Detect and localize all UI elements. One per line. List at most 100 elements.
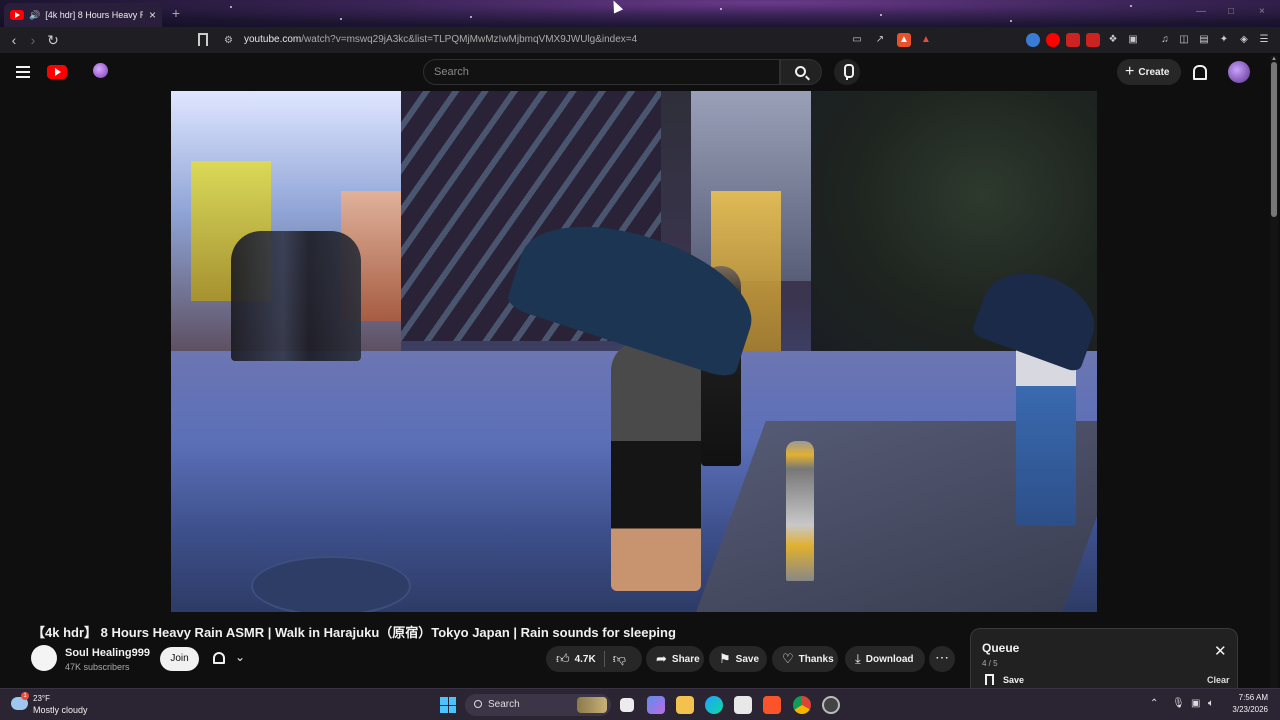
microphone-icon[interactable]: 🎙︎ bbox=[1172, 698, 1185, 709]
video-scene-manhole bbox=[251, 556, 411, 612]
plus-icon: + bbox=[1125, 63, 1135, 80]
reload-button[interactable]: ↻ bbox=[44, 31, 62, 49]
thumbs-down-icon[interactable]: 👎︎ bbox=[613, 651, 626, 667]
edge-browser-icon[interactable] bbox=[705, 696, 723, 714]
weather-alert-badge: 1 bbox=[21, 692, 29, 700]
close-window-icon[interactable]: × bbox=[1259, 6, 1265, 17]
video-title: 【4k hdr】 8 Hours Heavy Rain ASMR | Walk … bbox=[32, 625, 676, 640]
subscription-notification-button[interactable]: ⌄ bbox=[205, 647, 253, 671]
chrome-browser-icon[interactable] bbox=[793, 696, 811, 714]
taskbar-search-input[interactable]: Search bbox=[465, 694, 611, 716]
extension-youtube-icon[interactable] bbox=[1046, 33, 1060, 47]
url-path: /watch?v=mswq29jA3kc&list=TLPQMjMwMzIwMj… bbox=[301, 34, 638, 45]
search-input[interactable]: Search bbox=[423, 59, 780, 85]
file-explorer-icon[interactable] bbox=[676, 696, 694, 714]
task-view-icon[interactable] bbox=[620, 698, 634, 712]
restore-icon[interactable]: □ bbox=[1228, 6, 1234, 17]
network-icon[interactable]: ▣ bbox=[1191, 698, 1200, 709]
background-star bbox=[720, 8, 722, 10]
youtube-favicon-icon bbox=[10, 10, 24, 20]
create-label: Create bbox=[1138, 66, 1170, 78]
video-player[interactable] bbox=[171, 91, 1097, 612]
weather-condition[interactable]: Mostly cloudy bbox=[33, 705, 88, 715]
screenshot-icon[interactable]: ▣ bbox=[1126, 33, 1140, 47]
like-divider bbox=[603, 651, 605, 667]
speaker-icon[interactable]: 🔊 bbox=[29, 10, 40, 21]
obs-recorder-icon[interactable] bbox=[822, 696, 840, 714]
download-icon: ⤓ bbox=[855, 651, 861, 666]
extensions-puzzle-icon[interactable]: ❖ bbox=[1106, 33, 1120, 47]
minimize-icon[interactable]: — bbox=[1196, 6, 1206, 17]
vpn-icon[interactable]: ◈ bbox=[1237, 33, 1251, 47]
more-actions-icon[interactable]: ⋯ bbox=[929, 646, 955, 672]
clock-time[interactable]: 7:56 AM bbox=[1228, 693, 1268, 702]
site-settings-icon[interactable]: ⚙ bbox=[224, 35, 233, 46]
search-icon bbox=[795, 66, 806, 77]
tray-overflow-icon[interactable]: ⌃ bbox=[1150, 698, 1158, 709]
youtube-logo-icon[interactable] bbox=[47, 65, 67, 79]
queue-save-icon[interactable] bbox=[985, 674, 994, 685]
bookmark-icon[interactable] bbox=[198, 33, 208, 46]
close-tab-icon[interactable]: × bbox=[149, 8, 156, 22]
back-button[interactable]: ‹ bbox=[5, 31, 23, 49]
account-avatar[interactable] bbox=[1228, 61, 1250, 83]
thumbs-up-icon[interactable]: 👍︎ bbox=[556, 651, 570, 667]
background-star bbox=[880, 14, 882, 16]
brave-shield-icon[interactable]: ▲ bbox=[897, 33, 911, 47]
scrollbar-thumb[interactable] bbox=[1271, 62, 1277, 217]
subscriber-count: 47K subscribers bbox=[65, 662, 130, 672]
save-label: Save bbox=[735, 653, 760, 665]
weather-temperature[interactable]: 23°F bbox=[33, 694, 50, 703]
browser-tab-strip: 🔊 [4k hdr] 8 Hours Heavy Rain × + — □ × bbox=[0, 0, 1280, 27]
thanks-button[interactable]: ♡ Thanks bbox=[772, 646, 838, 672]
download-button[interactable]: ⤓ Download bbox=[845, 646, 925, 672]
extension-red-icon[interactable] bbox=[1066, 33, 1080, 47]
thanks-label: Thanks bbox=[798, 653, 834, 665]
voice-search-mic-icon[interactable] bbox=[834, 59, 860, 85]
chevron-down-icon: ⌄ bbox=[235, 650, 246, 664]
browser-tab-active[interactable]: 🔊 [4k hdr] 8 Hours Heavy Rain × bbox=[4, 3, 162, 27]
extension-red2-icon[interactable] bbox=[1086, 33, 1100, 47]
windows-start-icon[interactable] bbox=[440, 697, 456, 713]
volume-icon[interactable]: 🔈︎ bbox=[1208, 698, 1214, 709]
search-highlight-image bbox=[577, 697, 607, 713]
new-tab-button[interactable]: + bbox=[168, 5, 184, 21]
hamburger-menu-icon[interactable] bbox=[16, 66, 30, 78]
share-label: Share bbox=[671, 653, 700, 665]
queue-clear-button[interactable]: Clear bbox=[1207, 675, 1230, 685]
scroll-up-arrow-icon[interactable]: ▲ bbox=[1271, 56, 1277, 62]
url-field[interactable]: youtube.com/watch?v=mswq29jA3kc&list=TLP… bbox=[244, 34, 637, 45]
brave-browser-icon[interactable] bbox=[763, 696, 781, 714]
wallet-icon[interactable]: ▤ bbox=[1197, 33, 1211, 47]
share-arrow-icon: ➦ bbox=[656, 651, 667, 666]
video-scene-people-group bbox=[231, 231, 361, 361]
forward-button[interactable]: › bbox=[24, 31, 42, 49]
queue-panel: Queue 4 / 5 ✕ Save Clear bbox=[970, 628, 1238, 690]
save-button[interactable]: ⚑ Save bbox=[709, 646, 767, 672]
background-star bbox=[230, 6, 232, 8]
channel-avatar[interactable] bbox=[31, 645, 57, 671]
download-label: Download bbox=[865, 653, 914, 665]
search-button[interactable] bbox=[780, 59, 822, 85]
like-count[interactable]: 4.7K bbox=[575, 654, 596, 665]
join-button[interactable]: Join bbox=[160, 647, 199, 671]
extension-blue-icon[interactable] bbox=[1026, 33, 1040, 47]
youtube-doodle-logo[interactable] bbox=[68, 62, 108, 82]
media-controls-icon[interactable]: ♫ bbox=[1158, 33, 1172, 47]
share-page-icon[interactable]: ↗ bbox=[873, 33, 887, 47]
create-button[interactable]: + Create bbox=[1117, 59, 1181, 85]
background-star bbox=[340, 18, 342, 20]
channel-name[interactable]: Soul Healing999 bbox=[65, 647, 150, 659]
share-button[interactable]: ➦ Share bbox=[646, 646, 704, 672]
close-icon[interactable]: ✕ bbox=[1214, 642, 1227, 660]
sidebar-icon[interactable]: ◫ bbox=[1177, 33, 1191, 47]
cast-icon[interactable]: ▭ bbox=[850, 33, 864, 47]
menu-icon[interactable]: ☰ bbox=[1257, 33, 1271, 47]
queue-save-button[interactable]: Save bbox=[1003, 675, 1024, 685]
clock-date[interactable]: 3/23/2026 bbox=[1222, 705, 1268, 714]
notifications-bell-icon[interactable] bbox=[1191, 64, 1207, 80]
copilot-icon[interactable] bbox=[647, 696, 665, 714]
microsoft-store-icon[interactable] bbox=[734, 696, 752, 714]
leo-ai-icon[interactable]: ✦ bbox=[1217, 33, 1231, 47]
brave-rewards-icon[interactable]: ▲ bbox=[919, 33, 933, 47]
